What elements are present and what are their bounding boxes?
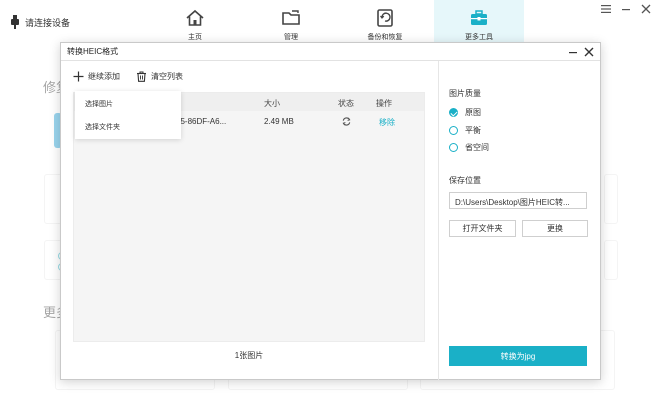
nav-home[interactable]: 主页: [150, 0, 240, 44]
backup-restore-icon: [377, 9, 393, 27]
device-label: 请连接设备: [25, 17, 71, 28]
quality-option-label: 平衡: [465, 126, 481, 135]
nav-home-label: 主页: [188, 34, 202, 41]
quality-option-balanced[interactable]: 平衡: [449, 125, 481, 136]
add-more-label: 继续添加: [88, 72, 120, 81]
usb-icon: [11, 15, 19, 29]
nav-more-tools-label: 更多工具: [465, 34, 493, 41]
column-status: 状态: [338, 99, 354, 108]
column-size: 大小: [264, 99, 280, 108]
dialog-title: 转换HEIC格式: [67, 47, 119, 56]
home-icon: [186, 9, 204, 26]
nav-manage[interactable]: 管理: [246, 0, 336, 44]
device-status: 请连接设备: [10, 15, 70, 29]
minimize-icon[interactable]: [620, 3, 632, 15]
dialog-toolbar: 继续添加 清空列表: [73, 71, 183, 82]
nav-more-tools[interactable]: 更多工具: [434, 0, 524, 44]
menu-item-select-images[interactable]: 选择图片: [85, 99, 113, 109]
panel-divider: [438, 61, 439, 380]
top-bar: 请连接设备 主页 管理 备份和恢复 更多工具: [0, 0, 660, 44]
nav-manage-label: 管理: [284, 34, 298, 41]
add-more-button[interactable]: 继续添加: [73, 71, 120, 82]
refresh-icon: [342, 117, 351, 126]
image-count: 1张图片: [234, 351, 264, 360]
radio-balanced[interactable]: [449, 126, 458, 135]
radio-save-space[interactable]: [449, 143, 458, 152]
nav-backup-label: 备份和恢复: [367, 34, 403, 41]
add-dropdown-menu: 选择图片 选择文件夹: [75, 91, 181, 139]
close-icon[interactable]: [640, 3, 652, 15]
clear-list-label: 清空列表: [151, 72, 183, 81]
file-size: 2.49 MB: [264, 117, 294, 126]
quality-title: 图片质量: [449, 89, 481, 98]
remove-link[interactable]: 移除: [379, 117, 395, 128]
save-path-field[interactable]: D:\Users\Desktop\图片HEIC转...: [449, 192, 587, 209]
quality-option-label: 原图: [465, 108, 481, 117]
clear-list-button[interactable]: 清空列表: [136, 71, 183, 82]
quality-option-original[interactable]: 原图: [449, 107, 481, 118]
menu-icon[interactable]: [600, 3, 612, 15]
trash-icon: [137, 71, 146, 82]
save-location-title: 保存位置: [449, 176, 481, 185]
change-location-button[interactable]: 更换: [522, 220, 588, 237]
nav-backup[interactable]: 备份和恢复: [340, 0, 430, 44]
heic-convert-dialog: 转换HEIC格式 继续添加 清空列表 大小 状态 操作 25-86DF-A6..…: [60, 42, 601, 380]
radio-original[interactable]: [449, 108, 458, 117]
file-name: 25-86DF-A6...: [176, 117, 227, 126]
window-controls: [600, 3, 652, 15]
column-action: 操作: [376, 99, 392, 108]
settings-panel: 图片质量 原图 平衡 省空间 保存位置 D:\Users\Desktop\图片H…: [449, 43, 595, 381]
folder-icon: [282, 10, 300, 25]
menu-item-select-folder[interactable]: 选择文件夹: [85, 122, 120, 132]
open-folder-button[interactable]: 打开文件夹: [449, 220, 516, 237]
quality-option-label: 省空间: [465, 143, 489, 152]
toolbox-icon: [471, 10, 487, 25]
quality-option-save-space[interactable]: 省空间: [449, 142, 489, 153]
plus-icon: [73, 71, 84, 82]
convert-to-jpg-button[interactable]: 转换为jpg: [449, 346, 587, 366]
